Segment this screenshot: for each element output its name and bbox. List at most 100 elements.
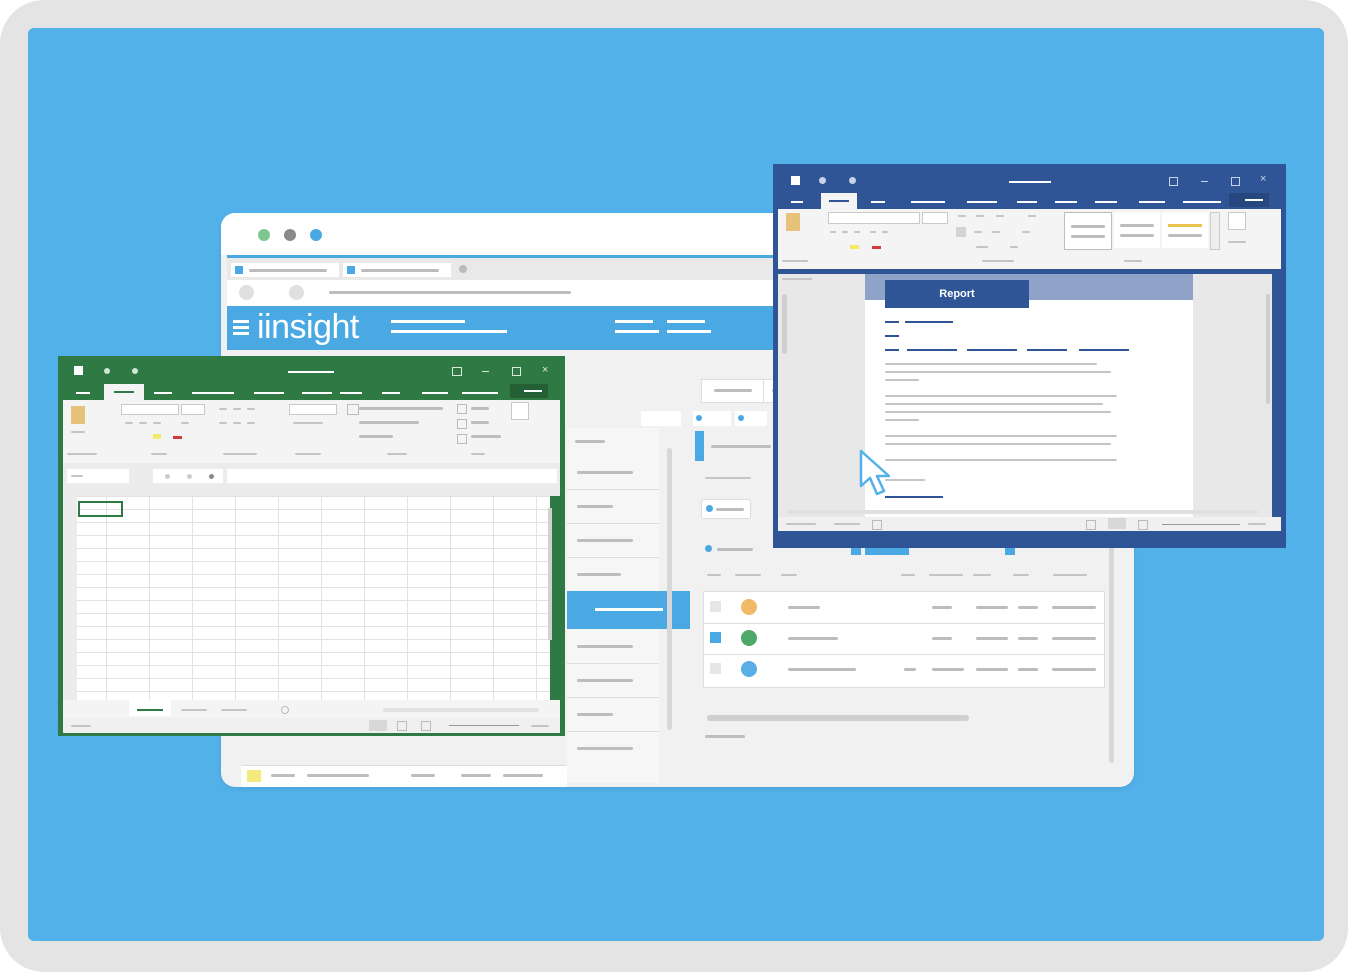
font-size-select[interactable]: [181, 404, 205, 415]
excel-title: [288, 371, 334, 373]
detail-scrollbar[interactable]: [1109, 513, 1114, 763]
ribbon-display-icon[interactable]: [1169, 177, 1178, 186]
font-name-select[interactable]: [121, 404, 179, 415]
new-tab-icon[interactable]: [459, 265, 467, 273]
style-normal[interactable]: [1064, 212, 1112, 250]
list-item[interactable]: [567, 664, 659, 698]
page-layout-icon[interactable]: [397, 721, 407, 731]
row-checkbox[interactable]: [710, 601, 721, 612]
save-icon[interactable]: [819, 177, 826, 184]
url-input[interactable]: [329, 291, 571, 294]
list-scrollbar[interactable]: [667, 448, 672, 730]
nav-pane-scroll[interactable]: [782, 294, 787, 354]
share-button[interactable]: [1229, 193, 1269, 207]
excel-ribbon: [63, 400, 560, 463]
align-left-icon[interactable]: [956, 227, 966, 237]
font-color-icon[interactable]: [173, 436, 182, 439]
accessibility-icon[interactable]: [872, 520, 882, 530]
list-item[interactable]: [567, 456, 659, 490]
close-icon[interactable]: ×: [1260, 173, 1266, 185]
list-item[interactable]: [567, 698, 659, 732]
style-no-spacing[interactable]: [1114, 212, 1160, 248]
filter-chip-1[interactable]: [693, 411, 731, 426]
zoom-slider[interactable]: [449, 725, 519, 726]
ribbon-tab-home[interactable]: [104, 384, 144, 400]
print-layout-icon[interactable]: [1108, 518, 1126, 529]
list-item[interactable]: [567, 558, 659, 592]
status-dot: [741, 630, 757, 646]
table-row[interactable]: [704, 592, 1104, 624]
web-layout-icon[interactable]: [1138, 520, 1148, 530]
list-item[interactable]: [567, 524, 659, 558]
detail-filter-chip[interactable]: [701, 499, 751, 519]
font-name-select[interactable]: [828, 212, 920, 224]
doc-h-scrollbar[interactable]: [788, 510, 1258, 514]
minimize-icon[interactable]: [482, 371, 489, 372]
font-color-icon[interactable]: [872, 246, 881, 249]
name-box[interactable]: [67, 469, 129, 483]
filter-chip-2[interactable]: [735, 411, 767, 426]
page-break-icon[interactable]: [421, 721, 431, 731]
refresh-icon[interactable]: [289, 285, 304, 300]
formula-input[interactable]: [227, 469, 557, 483]
horizontal-scrollbar[interactable]: [707, 715, 969, 721]
font-size-select[interactable]: [922, 212, 948, 224]
style-heading[interactable]: [1162, 212, 1208, 248]
maximize-icon[interactable]: [1231, 177, 1240, 186]
delete-icon[interactable]: [457, 419, 467, 429]
undo-icon[interactable]: [849, 177, 856, 184]
maximize-icon[interactable]: [512, 367, 521, 376]
row-checkbox[interactable]: [710, 663, 721, 674]
formula-buttons[interactable]: [153, 469, 223, 483]
normal-view-icon[interactable]: [369, 720, 387, 731]
row-checkbox[interactable]: [710, 632, 721, 643]
paste-icon[interactable]: [71, 406, 85, 424]
browser-tab-1[interactable]: [231, 263, 339, 277]
search-icon[interactable]: [1228, 212, 1246, 230]
save-icon[interactable]: [104, 368, 110, 374]
undo-icon[interactable]: [132, 368, 138, 374]
selected-cell[interactable]: [78, 501, 123, 517]
zoom-slider[interactable]: [1162, 524, 1240, 525]
list-item[interactable]: [567, 732, 659, 765]
search-icon[interactable]: [511, 402, 529, 420]
sheet-scrollbar[interactable]: [548, 508, 552, 640]
sheet-tabs: [63, 700, 560, 718]
note-icon: [247, 770, 261, 782]
share-button[interactable]: [510, 384, 548, 398]
back-icon[interactable]: [239, 285, 254, 300]
ribbon-display-icon[interactable]: [452, 367, 462, 376]
spreadsheet-grid[interactable]: [63, 496, 550, 700]
tab-favicon-icon: [235, 266, 243, 274]
table-row[interactable]: [704, 623, 1104, 655]
toolbar-button-1[interactable]: [701, 379, 765, 403]
format-icon[interactable]: [457, 434, 467, 444]
add-sheet-icon[interactable]: [281, 706, 289, 714]
highlight-color-icon[interactable]: [850, 245, 859, 249]
read-mode-icon[interactable]: [1086, 520, 1096, 530]
highlight-color-icon[interactable]: [153, 434, 161, 439]
row-headers: [63, 496, 77, 700]
insert-icon[interactable]: [457, 404, 467, 414]
window-dot-gray[interactable]: [284, 229, 296, 241]
window-dot-green[interactable]: [258, 229, 270, 241]
h-scrollbar[interactable]: [383, 708, 539, 712]
doc-scrollbar[interactable]: [1266, 294, 1270, 404]
close-icon[interactable]: ×: [542, 364, 548, 376]
bottom-row[interactable]: [241, 765, 567, 787]
hamburger-menu-icon[interactable]: [233, 320, 249, 323]
document-page[interactable]: Report: [865, 274, 1193, 517]
list-item[interactable]: [567, 490, 659, 524]
number-format-select[interactable]: [289, 404, 337, 415]
conditional-format-icon[interactable]: [347, 404, 359, 415]
table-row[interactable]: [704, 654, 1104, 685]
browser-tab-2[interactable]: [343, 263, 451, 277]
styles-scroll[interactable]: [1210, 212, 1220, 250]
sheet-tab-active[interactable]: [129, 700, 171, 716]
list-item[interactable]: [567, 630, 659, 664]
window-dot-blue[interactable]: [310, 229, 322, 241]
filter-field[interactable]: [641, 411, 681, 426]
paste-icon[interactable]: [786, 213, 800, 231]
ribbon-tab-home[interactable]: [821, 193, 857, 209]
minimize-icon[interactable]: [1201, 181, 1208, 182]
